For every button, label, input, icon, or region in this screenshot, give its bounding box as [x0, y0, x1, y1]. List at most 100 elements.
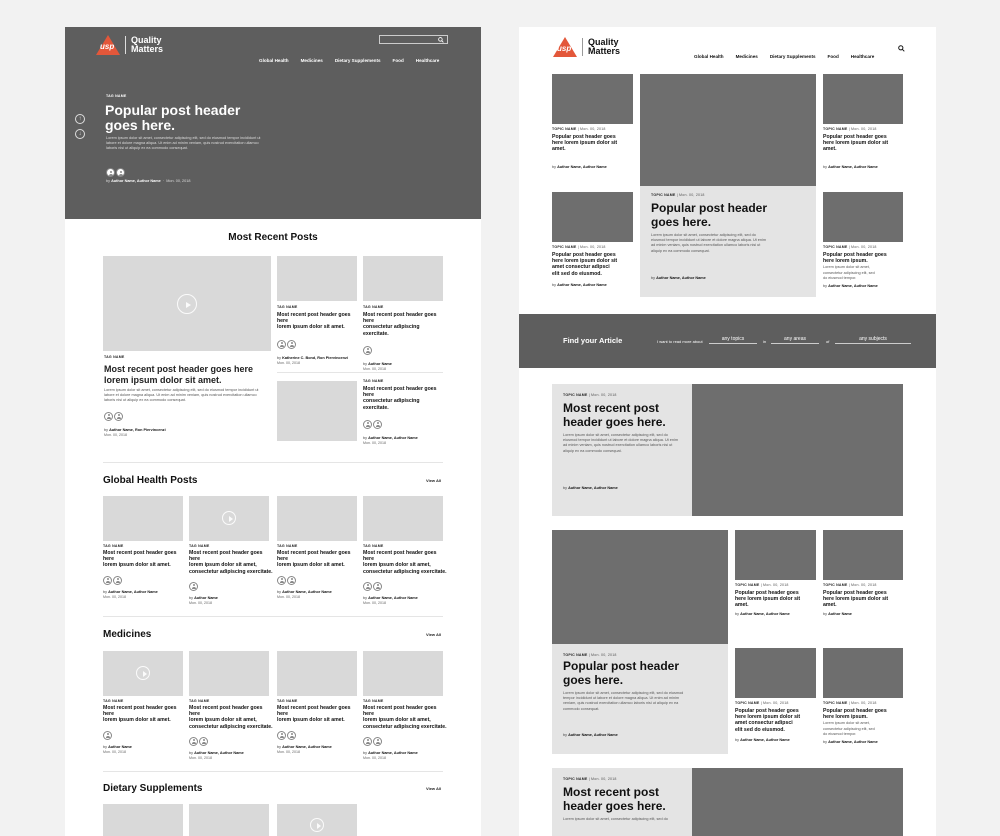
search-field[interactable]	[379, 35, 448, 44]
block-image[interactable]	[692, 384, 903, 516]
nav-healthcare[interactable]: Healthcare	[851, 54, 875, 59]
medicines-card-image[interactable]	[189, 651, 269, 696]
card-title[interactable]: Most recent post header goes here lorem i…	[363, 550, 447, 575]
dietary-card-image[interactable]	[189, 804, 269, 836]
nav-healthcare[interactable]: Healthcare	[416, 58, 440, 63]
card-tag[interactable]: TAG NAME	[363, 379, 445, 383]
nav-food[interactable]: Food	[828, 54, 839, 59]
nav-food[interactable]: Food	[393, 58, 404, 63]
medicines-card-image[interactable]	[363, 651, 443, 696]
nav-medicines[interactable]: Medicines	[736, 54, 758, 59]
global-card-image[interactable]	[363, 496, 443, 541]
block-title[interactable]: Most recent post header goes here.	[563, 785, 681, 813]
post-image[interactable]	[823, 192, 903, 242]
nav-global-health[interactable]: Global Health	[694, 54, 724, 59]
global-card-image[interactable]	[103, 496, 183, 541]
arrow-down-button[interactable]: ↓	[75, 129, 85, 139]
medicines-view-all-link[interactable]: View All	[426, 632, 441, 637]
card-title[interactable]: Most recent post header goes here lorem i…	[277, 312, 359, 331]
medicines-card-image[interactable]	[277, 651, 357, 696]
card-title[interactable]: Popular post header goes here lorem ipsum…	[823, 708, 907, 720]
card-tag[interactable]: TAG NAME	[103, 699, 187, 703]
dietary-card-image[interactable]	[277, 804, 357, 836]
recent-card-image[interactable]	[363, 256, 443, 301]
featured-title[interactable]: Popular post header goes here.	[651, 201, 805, 229]
card-topic[interactable]: TOPIC NAME | Mon. 00, 2018	[651, 193, 805, 197]
card-topic[interactable]: TOPIC NAME | Mon. 00, 2018	[823, 245, 907, 249]
card-title[interactable]: Most recent post header goes here lorem i…	[103, 550, 187, 569]
block-image[interactable]	[552, 530, 728, 644]
hero-title[interactable]: Popular post header goes here.	[105, 103, 240, 133]
areas-select[interactable]: any areas	[771, 336, 819, 344]
card-topic[interactable]: TOPIC NAME | Mon. 00, 2018	[563, 777, 681, 781]
post-image[interactable]	[552, 74, 633, 124]
card-topic[interactable]: TOPIC NAME | Mon. 00, 2018	[735, 701, 819, 705]
card-title[interactable]: Most recent post header goes here lorem i…	[277, 705, 361, 724]
card-tag[interactable]: TAG NAME	[363, 699, 447, 703]
dietary-view-all-link[interactable]: View All	[426, 786, 441, 791]
card-title[interactable]: Most recent post header goes here lorem i…	[103, 705, 187, 724]
card-title[interactable]: Popular post header goes here lorem ipsum…	[735, 590, 819, 609]
search-icon[interactable]	[898, 45, 905, 52]
card-title[interactable]: Popular post header goes here lorem ipsum…	[552, 134, 636, 153]
card-topic[interactable]: TOPIC NAME | Mon. 00, 2018	[552, 127, 636, 131]
card-topic[interactable]: TOPIC NAME | Mon. 00, 2018	[563, 393, 681, 397]
card-tag[interactable]: TAG NAME	[189, 544, 273, 548]
card-tag[interactable]: TAG NAME	[104, 355, 272, 359]
block-title[interactable]: Popular post header goes here.	[563, 659, 717, 687]
card-tag[interactable]: TAG NAME	[277, 544, 361, 548]
post-image[interactable]	[823, 530, 903, 580]
card-title[interactable]: Most recent post header goes here consect…	[363, 312, 445, 337]
card-tag[interactable]: TAG NAME	[103, 544, 187, 548]
nav-global-health[interactable]: Global Health	[259, 58, 289, 63]
global-card-image[interactable]	[189, 496, 269, 541]
card-topic[interactable]: TOPIC NAME | Mon. 00, 2018	[823, 583, 907, 587]
dietary-card-image[interactable]	[103, 804, 183, 836]
card-title[interactable]: Most recent post header goes here consect…	[363, 386, 445, 411]
card-title[interactable]: Most recent post header goes here lorem i…	[363, 705, 447, 730]
card-title[interactable]: Popular post header goes here lorem ipsum…	[552, 252, 636, 277]
card-topic[interactable]: TOPIC NAME | Mon. 00, 2018	[735, 583, 819, 587]
card-tag[interactable]: TAG NAME	[277, 305, 359, 309]
recent-wide-image[interactable]	[277, 381, 357, 441]
block-title[interactable]: Most recent post header goes here.	[563, 401, 681, 429]
card-title[interactable]: Most recent post header goes here lorem i…	[189, 705, 273, 730]
nav-dietary-supplements[interactable]: Dietary Supplements	[770, 54, 816, 59]
recent-big-image[interactable]	[103, 256, 271, 351]
card-topic[interactable]: TOPIC NAME | Mon. 00, 2018	[563, 653, 717, 657]
medicines-card-image[interactable]	[103, 651, 183, 696]
recent-card-image[interactable]	[277, 256, 357, 301]
brand-logo[interactable]: usp Quality Matters	[96, 35, 163, 55]
block-image[interactable]	[692, 768, 903, 836]
card-topic[interactable]: TOPIC NAME | Mon. 00, 2018	[823, 127, 907, 131]
brand-logo[interactable]: usp Quality Matters	[553, 37, 620, 57]
card-title[interactable]: Popular post header goes here lorem ipsum…	[735, 708, 819, 733]
hero-author[interactable]: Author Name, Author Name	[111, 179, 161, 183]
nav-medicines[interactable]: Medicines	[301, 58, 323, 63]
arrow-up-button[interactable]: ↑	[75, 114, 85, 124]
card-title[interactable]: Popular post header goes here lorem ipsum…	[823, 134, 907, 153]
card-title[interactable]: Most recent post header goes here lorem i…	[189, 550, 273, 575]
topics-select[interactable]: any topics	[709, 336, 757, 344]
card-tag[interactable]: TAG NAME	[277, 699, 361, 703]
post-image[interactable]	[823, 74, 903, 124]
card-tag[interactable]: TAG NAME	[363, 305, 445, 309]
post-image[interactable]	[823, 648, 903, 698]
hero-tag[interactable]: TAG NAME	[106, 94, 127, 98]
global-view-all-link[interactable]: View All	[426, 478, 441, 483]
card-topic[interactable]: TOPIC NAME | Mon. 00, 2018	[552, 245, 636, 249]
card-topic[interactable]: TOPIC NAME | Mon. 00, 2018	[823, 701, 907, 705]
subjects-select[interactable]: any subjects	[835, 336, 911, 344]
card-title[interactable]: Most recent post header goes here lorem i…	[277, 550, 361, 569]
post-image[interactable]	[552, 192, 633, 242]
post-image[interactable]	[735, 530, 816, 580]
nav-dietary-supplements[interactable]: Dietary Supplements	[335, 58, 381, 63]
global-card-image[interactable]	[277, 496, 357, 541]
card-tag[interactable]: TAG NAME	[363, 544, 447, 548]
post-image[interactable]	[735, 648, 816, 698]
featured-image[interactable]	[640, 74, 816, 186]
card-title[interactable]: Most recent post header goes here lorem i…	[104, 364, 272, 385]
card-title[interactable]: Popular post header goes here lorem ipsum…	[823, 590, 907, 609]
card-tag[interactable]: TAG NAME	[189, 699, 273, 703]
card-title[interactable]: Popular post header goes here lorem ipsum…	[823, 252, 907, 264]
